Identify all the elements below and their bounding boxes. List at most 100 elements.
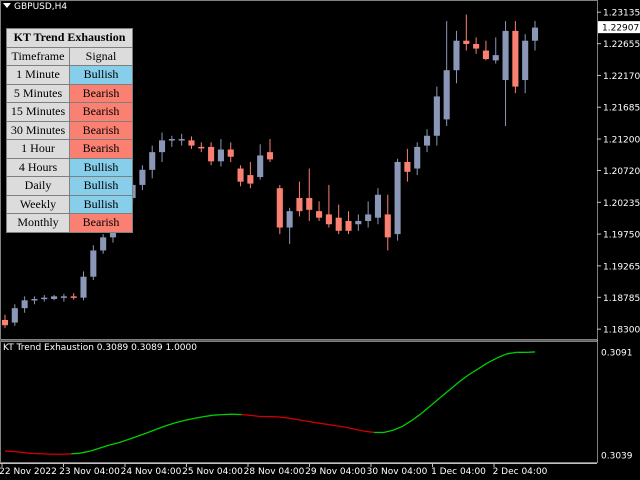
candle-body <box>80 276 87 298</box>
indicator-line-segment <box>364 430 375 434</box>
price-tick-label: 1.23135 <box>603 9 640 19</box>
price-tick-label: 1.22170 <box>603 72 640 82</box>
timeframe-cell: 1 Minute <box>6 65 70 85</box>
indicator-line-segment <box>241 413 252 417</box>
candle-body <box>41 297 48 300</box>
indicator-line-segment <box>383 429 394 434</box>
candle-body <box>316 211 323 218</box>
col-timeframe-header: Timeframe <box>6 46 70 66</box>
signal-cell: Bullish <box>69 65 133 85</box>
timeframe-cell: 5 Minutes <box>6 83 70 103</box>
indicator-line-segment <box>307 420 318 424</box>
indicator-line-segment <box>496 353 507 359</box>
indicator-line-segment <box>439 389 451 399</box>
timeframe-cell: 30 Minutes <box>6 120 70 140</box>
indicator-line-segment <box>250 414 261 418</box>
indicator-line-segment <box>449 381 460 391</box>
indicator-line-segment <box>146 428 157 434</box>
col-signal-header: Signal <box>69 46 133 66</box>
candle-body <box>237 168 244 182</box>
indicator-line-segment <box>288 417 299 421</box>
indicator-line-segment <box>345 426 356 430</box>
price-tick-label: 1.21200 <box>603 136 640 146</box>
candle-body <box>404 161 411 172</box>
candle-body <box>355 220 362 225</box>
price-tick-label: 1.19265 <box>603 262 640 272</box>
signal-cell: Bearish <box>69 120 133 140</box>
price-tick-label: 1.18300 <box>603 326 640 336</box>
time-tick-label: 23 Nov 04:00 <box>59 467 120 477</box>
indicator-line-segment <box>430 397 441 406</box>
timeframe-cell: Monthly <box>6 213 70 233</box>
candle-body <box>492 55 499 61</box>
indicator-line-segment <box>213 413 223 416</box>
candle-body <box>257 155 264 178</box>
candle-body <box>1 319 9 326</box>
candle-body <box>21 300 28 309</box>
candle-body <box>149 152 156 170</box>
candle-body <box>208 146 215 162</box>
candle-body <box>473 43 480 49</box>
indicator-line-segment <box>89 447 100 452</box>
symbol-text: GBPUSD,H4 <box>14 2 68 12</box>
indicator-line-segment <box>194 415 204 420</box>
indicator-line-segment <box>23 452 34 455</box>
candle-body <box>168 139 175 141</box>
indicator-line-segment <box>298 419 308 422</box>
price-tick-label: 1.22655 <box>603 40 640 50</box>
table-row: 1 Minute Bullish <box>6 65 133 85</box>
table-row: 15 Minutes Bearish <box>6 102 133 122</box>
table-row: Weekly Bullish <box>6 194 133 214</box>
candle-body <box>217 149 224 162</box>
candle-body <box>512 30 519 87</box>
signal-cell: Bullish <box>69 194 133 214</box>
indicator-line-segment <box>336 425 346 428</box>
candle-body <box>325 214 332 225</box>
candle-body <box>139 169 146 185</box>
candle-body <box>394 161 401 235</box>
candle-body <box>198 146 205 149</box>
candle-body <box>522 40 529 81</box>
indicator-line-segment <box>355 428 365 432</box>
indicator-line-segment <box>468 368 479 376</box>
candle-body <box>482 50 489 60</box>
candle-body <box>100 237 107 251</box>
candle-body <box>70 296 77 298</box>
signal-cell: Bullish <box>69 157 133 177</box>
candle-body <box>11 308 18 323</box>
candle-body <box>453 40 460 71</box>
indicator-line-segment <box>156 425 167 430</box>
symbol-dropdown-icon[interactable] <box>3 3 11 8</box>
candle-body <box>345 220 352 231</box>
candle-body <box>31 298 38 301</box>
signal-cell: Bearish <box>69 213 133 233</box>
indicator-line-segment <box>392 425 403 431</box>
indicator-line-segment <box>14 450 25 454</box>
table-row: 4 Hours Bullish <box>6 157 133 177</box>
indicator-line-segment <box>108 442 119 446</box>
candle-body <box>433 96 440 136</box>
price-tick-label: 1.20720 <box>603 167 640 177</box>
indicator-line-segment <box>477 362 489 370</box>
signal-cell: Bearish <box>69 139 133 159</box>
timeframe-cell: Weekly <box>6 194 70 214</box>
timeframe-cell: 4 Hours <box>6 157 70 177</box>
table-row: 1 Hour Bearish <box>6 139 133 159</box>
indicator-line-segment <box>184 417 195 421</box>
indicator-line-segment <box>402 419 413 427</box>
candle-body <box>51 296 58 299</box>
indicator-line-segment <box>506 351 517 355</box>
symbol-label: GBPUSD,H4 <box>3 2 67 12</box>
indicator-line-segment <box>99 444 110 449</box>
candle-body <box>286 211 293 228</box>
indicator-line-segment <box>71 452 81 455</box>
indicator-line-segment <box>421 404 432 414</box>
timeframe-cell: 15 Minutes <box>6 102 70 122</box>
price-tick-label: 1.19750 <box>603 231 640 241</box>
indicator-line-segment <box>118 438 129 444</box>
indicator-line-segment <box>165 422 176 427</box>
indicator-line-segment <box>137 432 148 437</box>
time-tick-label: 29 Nov 04:00 <box>305 467 366 477</box>
signal-cell: Bullish <box>69 176 133 196</box>
signal-cell: Bearish <box>69 102 133 122</box>
